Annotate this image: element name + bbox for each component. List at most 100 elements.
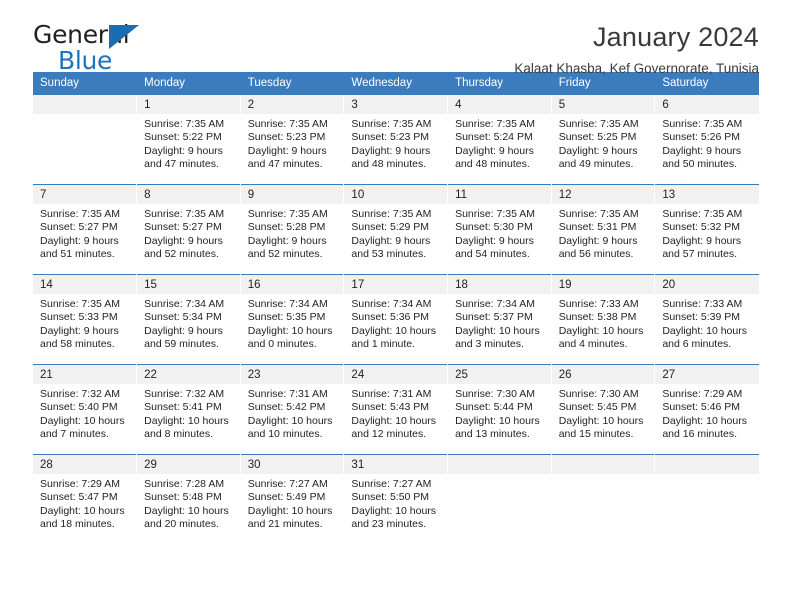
day-info: Sunrise: 7:27 AM Sunset: 5:50 PM Daylight:…: [344, 474, 447, 532]
daylight-text-line1: Daylight: 10 hours: [40, 504, 125, 517]
day-cell[interactable]: 21 Sunrise: 7:32 AM Sunset: 5:40 PM Dayligh…: [33, 364, 138, 455]
day-info: Sunrise: 7:34 AM Sunset: 5:34 PM Daylight:…: [137, 294, 240, 352]
sunrise-text: Sunrise: 7:32 AM: [144, 388, 225, 400]
sunset-text: Sunset: 5:26 PM: [662, 131, 740, 144]
daylight-text-line2: and 10 minutes.: [247, 428, 323, 441]
day-cell[interactable]: 13 Sunrise: 7:35 AM Sunset: 5:32 PM Dayligh…: [654, 184, 759, 275]
daylight-text-line1: Daylight: 9 hours: [558, 234, 638, 247]
daylight-text-line1: Daylight: 9 hours: [40, 234, 119, 247]
sunrise-text: Sunrise: 7:35 AM: [40, 208, 120, 220]
daylight-text-line1: Daylight: 10 hours: [351, 324, 437, 337]
day-cell[interactable]: 9 Sunrise: 7:35 AM Sunset: 5:28 PM Daylight…: [240, 184, 345, 275]
day-cell[interactable]: 24 Sunrise: 7:31 AM Sunset: 5:43 PM Dayligh…: [343, 364, 449, 455]
sunset-text: Sunset: 5:38 PM: [558, 311, 637, 324]
day-cell[interactable]: 7 Sunrise: 7:35 AM Sunset: 5:27 PM Daylight…: [33, 184, 138, 275]
day-info: Sunrise: 7:35 AM Sunset: 5:23 PM Daylight:…: [344, 114, 447, 172]
daylight-text-line2: and 3 minutes.: [455, 338, 524, 351]
day-cell[interactable]: 28 Sunrise: 7:29 AM Sunset: 5:47 PM Dayligh…: [33, 454, 138, 545]
daylight-text-line2: and 48 minutes.: [351, 158, 427, 171]
day-cell[interactable]: 16 Sunrise: 7:34 AM Sunset: 5:35 PM Dayligh…: [240, 274, 345, 365]
day-number: 29: [137, 455, 240, 474]
sunrise-text: Sunrise: 7:31 AM: [247, 388, 328, 400]
sunset-text: Sunset: 5:40 PM: [40, 401, 118, 414]
day-info: Sunrise: 7:34 AM Sunset: 5:37 PM Daylight:…: [448, 294, 551, 352]
daylight-text-line1: Daylight: 9 hours: [662, 234, 742, 247]
day-info: Sunrise: 7:35 AM Sunset: 5:28 PM Daylight:…: [241, 204, 344, 262]
daylight-text-line1: Daylight: 10 hours: [247, 414, 333, 427]
daylight-text-line2: and 59 minutes.: [144, 338, 219, 351]
day-cell[interactable]: 25 Sunrise: 7:30 AM Sunset: 5:44 PM Dayligh…: [447, 364, 552, 455]
daylight-text-line2: and 51 minutes.: [40, 248, 115, 261]
daylight-text-line2: and 16 minutes.: [662, 428, 738, 441]
daylight-text-line2: and 52 minutes.: [144, 248, 219, 261]
day-cell[interactable]: 23 Sunrise: 7:31 AM Sunset: 5:42 PM Dayligh…: [240, 364, 345, 455]
day-info: Sunrise: 7:35 AM Sunset: 5:29 PM Daylight:…: [344, 204, 447, 262]
day-number: 4: [448, 95, 551, 114]
sunrise-text: Sunrise: 7:34 AM: [144, 298, 225, 310]
daylight-text-line1: Daylight: 10 hours: [558, 324, 644, 337]
sunrise-text: Sunrise: 7:34 AM: [247, 298, 328, 310]
sunset-text: Sunset: 5:29 PM: [351, 221, 430, 234]
sunrise-text: Sunrise: 7:32 AM: [40, 388, 120, 400]
daylight-text-line2: and 23 minutes.: [351, 518, 427, 531]
day-number: 28: [33, 455, 137, 474]
sunrise-text: Sunrise: 7:27 AM: [351, 478, 432, 490]
day-cell[interactable]: 19 Sunrise: 7:33 AM Sunset: 5:38 PM Dayligh…: [551, 274, 656, 365]
sunset-text: Sunset: 5:27 PM: [144, 221, 222, 234]
day-cell[interactable]: 30 Sunrise: 7:27 AM Sunset: 5:49 PM Dayligh…: [240, 454, 345, 545]
day-cell[interactable]: 1 Sunrise: 7:35 AM Sunset: 5:22 PM Daylight…: [136, 94, 241, 185]
page-subtitle: Kalaat Khasba, Kef Governorate, Tunisia: [514, 61, 759, 76]
day-number: 1: [137, 95, 240, 114]
daylight-text-line1: Daylight: 10 hours: [455, 324, 540, 337]
day-info: Sunrise: 7:29 AM Sunset: 5:46 PM Daylight:…: [655, 384, 758, 442]
day-number: 18: [448, 275, 551, 294]
general-blue-logo[interactable]: General Blue: [33, 22, 145, 74]
day-number: 26: [551, 365, 655, 384]
day-cell[interactable]: 15 Sunrise: 7:34 AM Sunset: 5:34 PM Dayligh…: [136, 274, 241, 365]
daylight-text-line2: and 21 minutes.: [247, 518, 323, 531]
sunset-text: Sunset: 5:47 PM: [40, 491, 118, 504]
sunrise-text: Sunrise: 7:35 AM: [351, 118, 432, 130]
day-cell[interactable]: 20 Sunrise: 7:33 AM Sunset: 5:39 PM Dayligh…: [654, 274, 759, 365]
day-info: Sunrise: 7:29 AM Sunset: 5:47 PM Daylight:…: [33, 474, 136, 532]
daylight-text-line2: and 53 minutes.: [351, 248, 427, 261]
daylight-text-line1: Daylight: 10 hours: [40, 414, 125, 427]
day-cell[interactable]: 5 Sunrise: 7:35 AM Sunset: 5:25 PM Daylight…: [551, 94, 656, 185]
day-cell[interactable]: 17 Sunrise: 7:34 AM Sunset: 5:36 PM Dayligh…: [343, 274, 449, 365]
day-cell[interactable]: 29 Sunrise: 7:28 AM Sunset: 5:48 PM Dayligh…: [136, 454, 241, 545]
day-cell[interactable]: 12 Sunrise: 7:35 AM Sunset: 5:31 PM Dayligh…: [551, 184, 656, 275]
day-number: [33, 95, 137, 114]
day-cell[interactable]: 3 Sunrise: 7:35 AM Sunset: 5:23 PM Daylight…: [343, 94, 449, 185]
day-cell[interactable]: 2 Sunrise: 7:35 AM Sunset: 5:23 PM Daylight…: [240, 94, 345, 185]
sunrise-text: Sunrise: 7:33 AM: [558, 298, 639, 310]
day-info: Sunrise: 7:34 AM Sunset: 5:35 PM Daylight:…: [241, 294, 344, 352]
sunrise-text: Sunrise: 7:35 AM: [40, 298, 120, 310]
daylight-text-line1: Daylight: 9 hours: [455, 144, 534, 157]
sunset-text: Sunset: 5:45 PM: [558, 401, 637, 414]
daylight-text-line1: Daylight: 9 hours: [558, 144, 638, 157]
daylight-text-line2: and 6 minutes.: [662, 338, 732, 351]
day-number: 31: [344, 455, 448, 474]
daylight-text-line2: and 4 minutes.: [558, 338, 628, 351]
daylight-text-line2: and 18 minutes.: [40, 518, 115, 531]
day-info: Sunrise: 7:32 AM Sunset: 5:40 PM Daylight:…: [33, 384, 136, 442]
day-cell[interactable]: 6 Sunrise: 7:35 AM Sunset: 5:26 PM Daylight…: [654, 94, 759, 185]
day-cell[interactable]: 26 Sunrise: 7:30 AM Sunset: 5:45 PM Dayligh…: [551, 364, 656, 455]
sunset-text: Sunset: 5:44 PM: [455, 401, 533, 414]
day-cell[interactable]: 22 Sunrise: 7:32 AM Sunset: 5:41 PM Dayligh…: [136, 364, 241, 455]
day-number: 8: [137, 185, 240, 204]
calendar-week-row: 21 Sunrise: 7:32 AM Sunset: 5:40 PM Dayligh…: [33, 364, 759, 455]
day-number: 11: [448, 185, 551, 204]
day-cell[interactable]: 14 Sunrise: 7:35 AM Sunset: 5:33 PM Dayligh…: [33, 274, 138, 365]
sunrise-text: Sunrise: 7:35 AM: [662, 118, 743, 130]
day-cell[interactable]: 31 Sunrise: 7:27 AM Sunset: 5:50 PM Dayligh…: [343, 454, 449, 545]
day-cell[interactable]: 4 Sunrise: 7:35 AM Sunset: 5:24 PM Daylight…: [447, 94, 552, 185]
day-cell[interactable]: 18 Sunrise: 7:34 AM Sunset: 5:37 PM Dayligh…: [447, 274, 552, 365]
day-cell[interactable]: 8 Sunrise: 7:35 AM Sunset: 5:27 PM Daylight…: [136, 184, 241, 275]
day-cell[interactable]: 27 Sunrise: 7:29 AM Sunset: 5:46 PM Dayligh…: [654, 364, 759, 455]
day-cell[interactable]: 10 Sunrise: 7:35 AM Sunset: 5:29 PM Dayligh…: [343, 184, 449, 275]
day-cell[interactable]: 11 Sunrise: 7:35 AM Sunset: 5:30 PM Dayligh…: [447, 184, 552, 275]
column-header-sunday: Sunday: [33, 72, 138, 95]
day-number: 12: [551, 185, 655, 204]
sunrise-text: Sunrise: 7:33 AM: [662, 298, 743, 310]
